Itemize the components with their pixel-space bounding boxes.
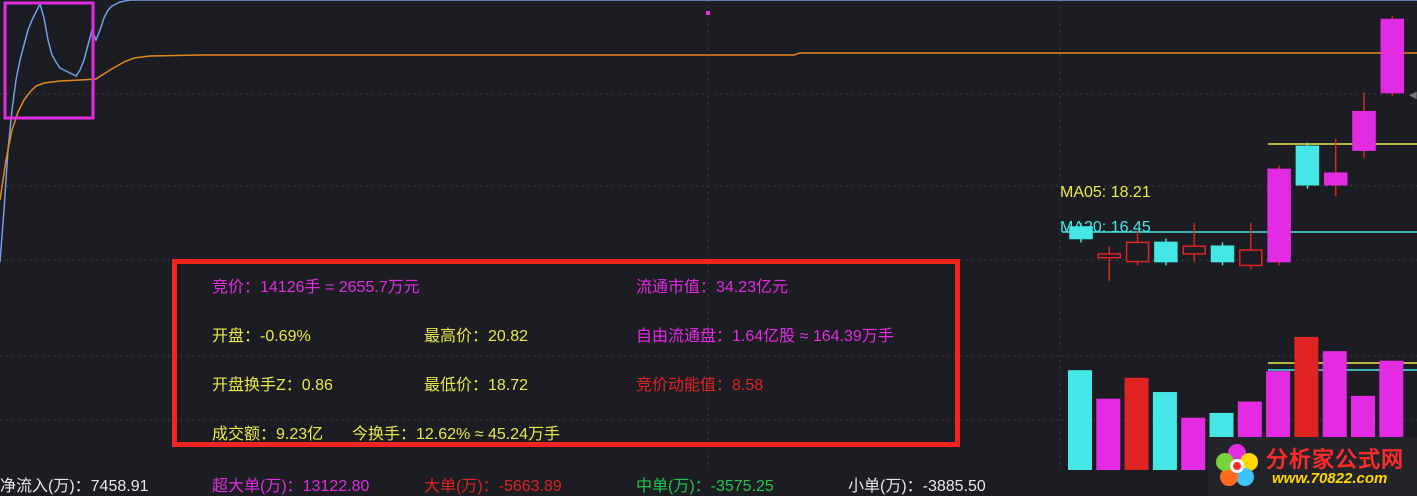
- free-float-text: 自由流通盘：1.64亿股 ≈ 164.39万手: [636, 328, 894, 345]
- candle-body: [1097, 253, 1122, 259]
- candle-body: [1154, 241, 1178, 263]
- candle-body: [1295, 145, 1320, 186]
- medium-order-text: 中单(万)：-3575.25: [636, 478, 774, 495]
- net-inflow-text: 净流入(万)：7458.91: [0, 478, 149, 495]
- low-text: 最低价：18.72: [424, 377, 529, 394]
- volume-bar: [1152, 392, 1177, 470]
- candle-body: [1352, 110, 1376, 151]
- auction-momentum-text: 竞价动能值：8.58: [636, 377, 764, 394]
- large-order-text: 大单(万)：-5663.89: [424, 478, 562, 495]
- candle-body: [1267, 168, 1291, 263]
- amount-text: 成交额：9.23亿: [212, 426, 324, 443]
- candlestick-group: [1069, 15, 1405, 281]
- volume-bar: [1181, 417, 1206, 470]
- super-large-order-text: 超大单(万)：13122.80: [212, 478, 370, 495]
- high-text: 最高价：20.82: [424, 328, 529, 345]
- open-turnover-text: 开盘换手Z：0.86: [212, 377, 333, 394]
- float-cap-text: 流通市值：34.23亿元: [636, 279, 789, 296]
- small-order-text: 小单(万)：-3885.50: [848, 478, 986, 495]
- ma05-label: MA05: 18.21: [1060, 184, 1151, 201]
- volume-bar: [1068, 370, 1092, 470]
- turnover-text: 今换手：12.62% ≈ 45.24万手: [352, 426, 560, 443]
- candle-body: [1239, 249, 1263, 267]
- candle-body: [1210, 245, 1235, 263]
- candle-body: [1380, 18, 1405, 94]
- open-text: 开盘：-0.69%: [212, 328, 311, 345]
- highlight-box: [3, 1, 95, 120]
- candle-body: [1182, 245, 1206, 255]
- ma20-label: MA20: 16.45: [1060, 219, 1151, 236]
- flower-logo-icon: [1216, 444, 1258, 486]
- site-logo: 分析家公式网 www.70822.com: [1208, 437, 1417, 496]
- marker-dot: [706, 11, 710, 15]
- logo-url: www.70822.com: [1272, 470, 1388, 487]
- volume-bar: [1096, 398, 1121, 470]
- scroll-arrow-icon[interactable]: ◀: [1409, 90, 1417, 104]
- volume-bar: [1124, 377, 1149, 470]
- candle-body: [1125, 241, 1150, 263]
- fund-flow-bar: 净流入(万)：7458.91 超大单(万)：13122.80 大单(万)：-56…: [0, 470, 1417, 496]
- candle-body: [1323, 172, 1348, 186]
- auction-text: 竞价：14126手 = 2655.7万元: [212, 279, 420, 296]
